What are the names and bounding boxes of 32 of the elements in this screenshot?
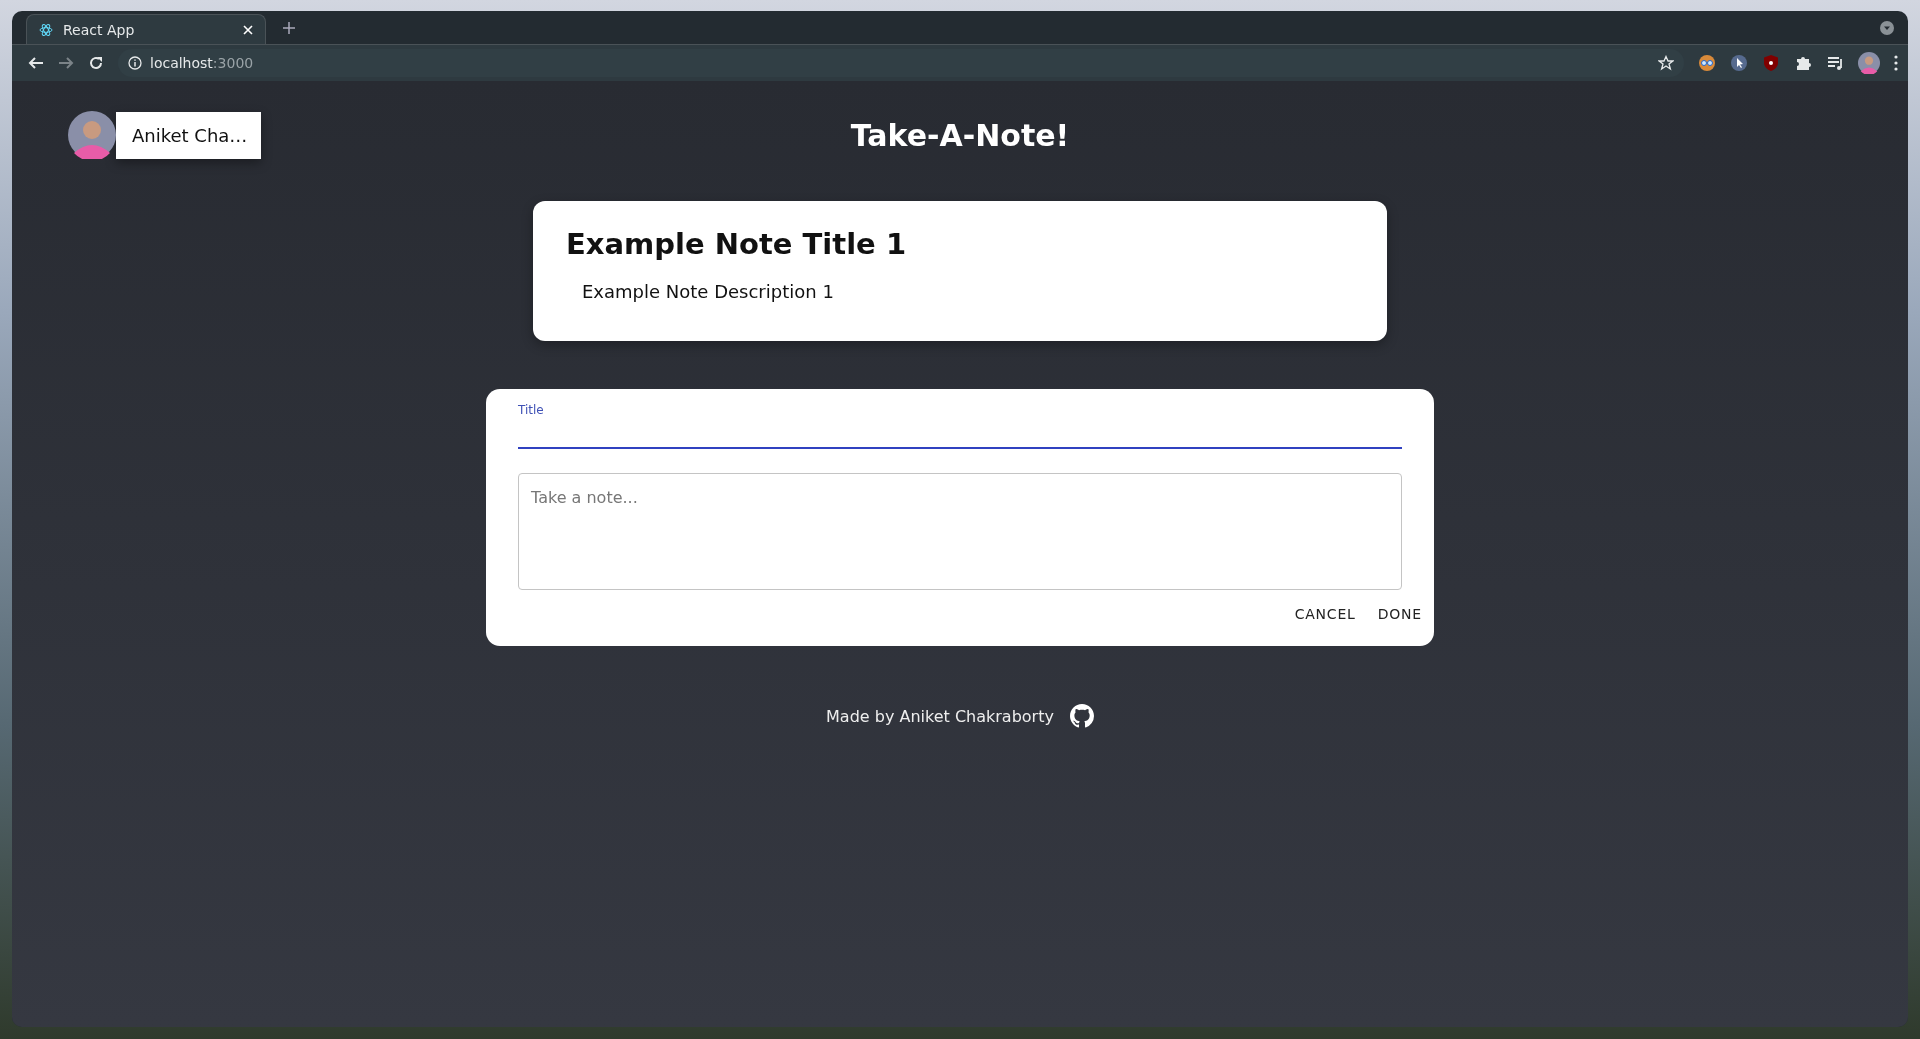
playlist-icon[interactable] — [1826, 54, 1844, 72]
plus-icon[interactable] — [282, 20, 296, 35]
back-icon[interactable] — [28, 55, 44, 71]
github-icon[interactable] — [1069, 704, 1094, 728]
url-text: localhost:3000 — [150, 55, 254, 71]
caret-icon[interactable] — [1880, 20, 1894, 35]
close-icon[interactable] — [243, 24, 253, 35]
atom-icon — [39, 22, 53, 37]
shield-icon[interactable] — [1762, 54, 1780, 72]
title-field[interactable]: Title — [518, 403, 1402, 449]
avatar — [1858, 52, 1880, 74]
note-title: Example Note Title 1 — [566, 227, 908, 261]
glasses-icon[interactable] — [1698, 54, 1716, 72]
user-name[interactable]: Aniket Cha… — [116, 111, 261, 159]
cursor-icon[interactable] — [1730, 54, 1748, 72]
done-button[interactable]: DONE — [1369, 600, 1430, 628]
cancel-button[interactable]: CANCEL — [1286, 600, 1364, 628]
avatar — [68, 111, 116, 159]
address-bar[interactable]: localhost:3000 — [118, 49, 1684, 77]
footer-text: Made by Aniket Chakraborty — [826, 706, 1054, 726]
tab-title: React App — [63, 21, 136, 38]
app-title: Take-A-Note! — [850, 117, 1070, 153]
info-icon — [128, 56, 142, 70]
reload-icon[interactable] — [88, 55, 104, 71]
title-label: Title — [518, 403, 545, 417]
note-input[interactable]: Take a note... — [518, 473, 1402, 590]
puzzle-icon[interactable] — [1794, 54, 1812, 72]
menu-icon[interactable] — [1894, 55, 1898, 71]
browser-tab[interactable]: React App — [26, 14, 266, 44]
forward-icon[interactable] — [58, 55, 74, 71]
note-description: Example Note Description 1 — [582, 281, 835, 302]
star-icon[interactable] — [1658, 55, 1674, 71]
